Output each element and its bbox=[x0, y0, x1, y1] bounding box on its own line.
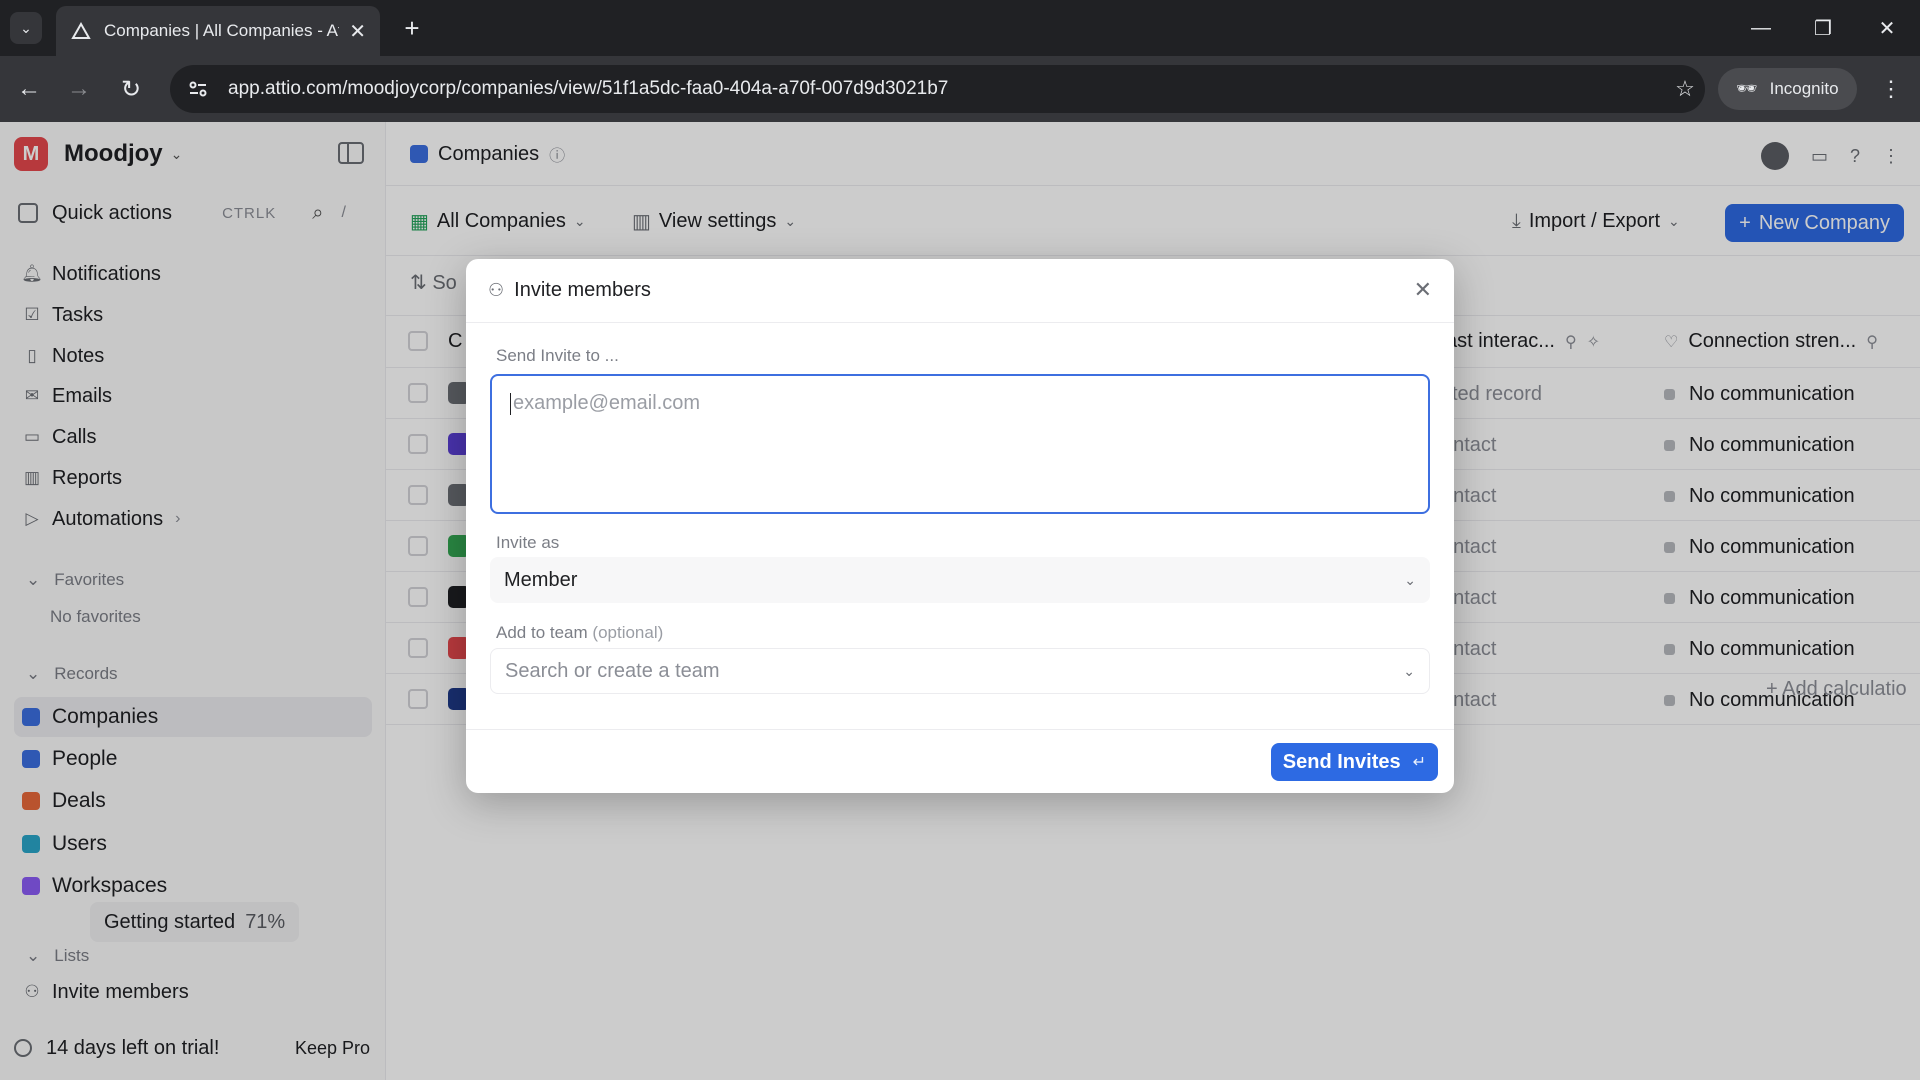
browser-tab-bar: ⌄ Companies | All Companies - At ✕ + — ❐… bbox=[0, 0, 1920, 56]
tab-close-icon[interactable]: ✕ bbox=[349, 19, 366, 44]
forward-icon[interactable]: → bbox=[62, 72, 96, 106]
url-text: app.attio.com/moodjoycorp/companies/view… bbox=[228, 78, 949, 99]
modal-header: ⚇ Invite members ✕ bbox=[466, 259, 1454, 323]
send-invites-button[interactable]: Send Invites ↵ bbox=[1270, 743, 1438, 781]
invite-members-modal: ⚇ Invite members ✕ Send Invite to ... ex… bbox=[466, 259, 1454, 793]
send-invites-label: Send Invites bbox=[1282, 750, 1401, 773]
incognito-icon: 🕶 bbox=[1736, 79, 1758, 98]
attio-favicon-icon bbox=[70, 20, 92, 42]
chevron-down-icon: ⌄ bbox=[1404, 571, 1416, 588]
email-placeholder: example@email.com bbox=[513, 392, 701, 414]
chevron-down-icon: ⌄ bbox=[1403, 662, 1415, 679]
text-caret bbox=[510, 392, 511, 415]
minimize-icon[interactable]: — bbox=[1736, 8, 1786, 48]
send-invite-label: Send Invite to ... bbox=[496, 346, 619, 365]
team-select[interactable]: Search or create a team ⌄ bbox=[490, 648, 1430, 694]
email-input[interactable]: example@email.com bbox=[490, 374, 1430, 514]
browser-menu-icon[interactable]: ⋮ bbox=[1874, 72, 1908, 106]
enter-key-icon: ↵ bbox=[1412, 754, 1426, 771]
close-window-icon[interactable]: ✕ bbox=[1862, 8, 1912, 48]
incognito-badge[interactable]: 🕶 Incognito bbox=[1718, 68, 1857, 110]
modal-footer-divider bbox=[466, 729, 1454, 730]
restore-icon[interactable]: ❐ bbox=[1798, 8, 1848, 48]
browser-tab[interactable]: Companies | All Companies - At ✕ bbox=[56, 6, 380, 56]
invite-as-label: Invite as bbox=[496, 533, 560, 552]
back-icon[interactable]: ← bbox=[12, 72, 46, 106]
reload-icon[interactable]: ↻ bbox=[114, 72, 148, 106]
tab-search-button[interactable]: ⌄ bbox=[10, 12, 42, 44]
omnibox[interactable]: app.attio.com/moodjoycorp/companies/view… bbox=[170, 65, 1705, 113]
modal-title: Invite members bbox=[514, 279, 651, 301]
chevron-down-icon: ⌄ bbox=[20, 19, 32, 36]
team-placeholder: Search or create a team bbox=[505, 659, 720, 682]
user-plus-icon: ⚇ bbox=[488, 280, 505, 300]
incognito-label: Incognito bbox=[1769, 79, 1839, 98]
close-icon[interactable]: ✕ bbox=[1414, 277, 1432, 303]
team-label-text: Add to team bbox=[496, 623, 588, 642]
address-bar-row: ← → ↻ app.attio.com/moodjoycorp/companie… bbox=[0, 56, 1920, 122]
role-value: Member bbox=[504, 568, 578, 591]
team-label: Add to team (optional) bbox=[496, 623, 663, 643]
role-select[interactable]: Member ⌄ bbox=[490, 557, 1430, 603]
tab-title: Companies | All Companies - At bbox=[104, 21, 340, 40]
site-info-icon[interactable] bbox=[184, 80, 212, 98]
team-optional-text: (optional) bbox=[592, 623, 664, 642]
bookmark-star-icon[interactable]: ☆ bbox=[1665, 76, 1705, 102]
new-tab-button[interactable]: + bbox=[396, 12, 428, 44]
